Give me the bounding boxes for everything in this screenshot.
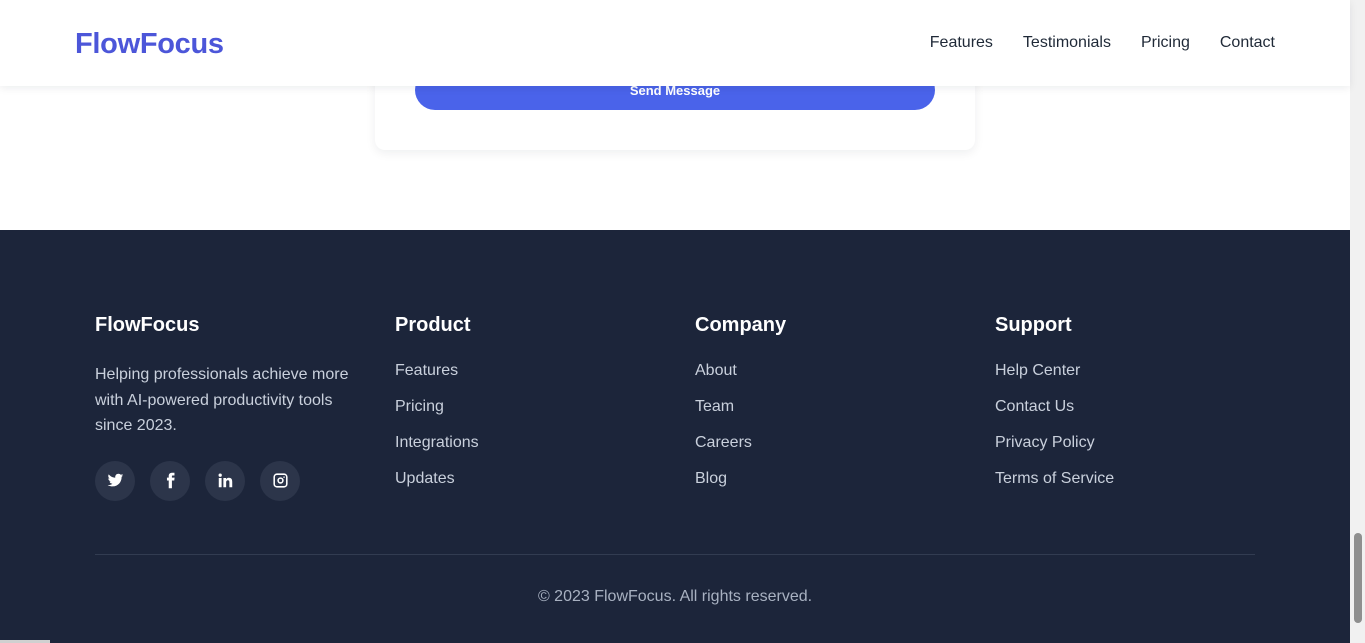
footer-link-help-center[interactable]: Help Center (995, 362, 1080, 379)
twitter-icon (107, 473, 123, 487)
footer-link-privacy-policy[interactable]: Privacy Policy (995, 434, 1095, 451)
linkedin-icon (218, 473, 232, 488)
footer-company-column: Company About Team Careers Blog (695, 314, 786, 506)
footer-brand-column: FlowFocus Helping professionals achieve … (95, 314, 355, 501)
nav-pricing[interactable]: Pricing (1141, 34, 1190, 52)
site-footer: FlowFocus Helping professionals achieve … (0, 230, 1350, 643)
linkedin-link[interactable] (205, 460, 245, 501)
main-nav: Features Testimonials Pricing Contact (930, 34, 1275, 52)
nav-testimonials[interactable]: Testimonials (1023, 34, 1111, 52)
footer-link-updates[interactable]: Updates (395, 470, 455, 487)
vertical-scrollbar[interactable] (1350, 0, 1365, 643)
facebook-icon (166, 472, 175, 489)
footer-column-title: Company (695, 314, 787, 336)
nav-features[interactable]: Features (930, 34, 993, 52)
footer-divider (95, 554, 1255, 555)
footer-column-title: Product (395, 314, 471, 336)
copyright-text: © 2023 FlowFocus. All rights reserved. (537, 588, 813, 605)
footer-link-about[interactable]: About (695, 362, 737, 379)
footer-link-careers[interactable]: Careers (695, 434, 752, 451)
footer-link-team[interactable]: Team (695, 398, 734, 415)
footer-brand-title: FlowFocus (95, 314, 200, 336)
social-links (95, 460, 355, 501)
footer-product-column: Product Features Pricing Integrations Up… (395, 314, 479, 506)
facebook-link[interactable] (150, 460, 190, 501)
nav-contact[interactable]: Contact (1220, 34, 1275, 52)
footer-link-blog[interactable]: Blog (695, 470, 727, 487)
footer-link-contact-us[interactable]: Contact Us (995, 398, 1074, 415)
footer-link-integrations[interactable]: Integrations (395, 434, 479, 451)
page: Send Message FlowFocus Features Testimon… (0, 0, 1350, 643)
footer-link-pricing[interactable]: Pricing (395, 398, 444, 415)
twitter-link[interactable] (95, 460, 135, 501)
site-header: FlowFocus Features Testimonials Pricing … (0, 0, 1350, 86)
instagram-link[interactable] (260, 460, 300, 501)
logo[interactable]: FlowFocus (75, 28, 224, 61)
footer-link-terms-of-service[interactable]: Terms of Service (995, 470, 1114, 487)
footer-brand-description: Helping professionals achieve more with … (95, 366, 349, 434)
footer-link-features[interactable]: Features (395, 362, 458, 379)
footer-support-column: Support Help Center Contact Us Privacy P… (995, 314, 1114, 506)
scrollbar-thumb[interactable] (1354, 533, 1362, 623)
footer-column-title: Support (995, 314, 1072, 336)
instagram-icon (272, 473, 288, 488)
